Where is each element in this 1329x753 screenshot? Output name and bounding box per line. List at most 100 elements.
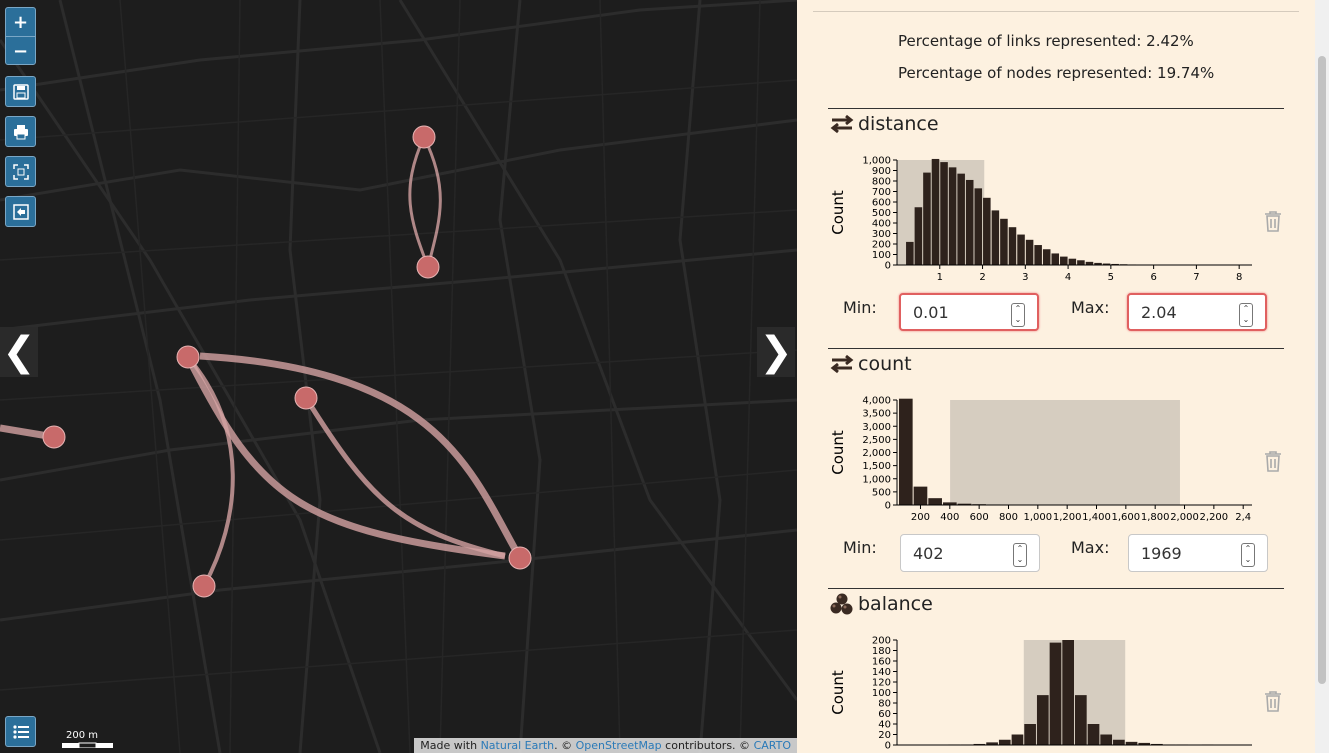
histogram-bar [928, 498, 942, 505]
flow-link [422, 136, 442, 268]
selection-brush[interactable] [950, 400, 1180, 505]
trash-icon[interactable] [1263, 210, 1283, 232]
trash-icon[interactable] [1263, 450, 1283, 472]
openstreetmap-link[interactable]: OpenStreetMap [576, 739, 662, 752]
back-arrow-icon [12, 203, 29, 220]
x-tick-label: 600 [970, 512, 989, 523]
spinner[interactable]: ⌃ ⌄ [1011, 303, 1025, 327]
spinner[interactable]: ⌃ ⌄ [1241, 543, 1255, 567]
y-tick-label: 600 [872, 198, 891, 209]
histogram-bar [991, 210, 1000, 265]
histogram-bar [1049, 642, 1062, 745]
flow-node [416, 255, 440, 279]
carto-link[interactable]: CARTO [754, 739, 791, 752]
histogram-bar [923, 172, 931, 265]
y-tick-label: 180 [872, 646, 891, 657]
spin-down-icon[interactable]: ⌄ [1012, 315, 1024, 326]
balance-histogram[interactable]: 020406080100120140160180200 Count [827, 630, 1267, 753]
back-button[interactable] [5, 196, 36, 227]
natural-earth-link[interactable]: Natural Earth [481, 739, 555, 752]
flow-node [192, 574, 216, 598]
y-tick-label: 2,500 [862, 435, 891, 446]
filter-title-text: balance [858, 593, 933, 615]
save-button[interactable] [5, 76, 36, 107]
histogram-bar [1042, 249, 1051, 265]
histogram-bar [1034, 245, 1042, 265]
chevron-left-icon: ❮ [2, 329, 36, 375]
categories-icon [830, 593, 853, 615]
filter-title-count: count [830, 353, 912, 375]
spinner[interactable]: ⌃ ⌄ [1013, 543, 1027, 567]
count-max-input[interactable]: 1969 ⌃ ⌄ [1128, 534, 1268, 572]
print-button[interactable] [5, 116, 36, 147]
histogram-bar [1017, 234, 1025, 265]
swap-arrows-icon [830, 354, 854, 374]
panel-scrollbar[interactable] [1315, 0, 1329, 753]
y-axis-label: Count [829, 670, 847, 715]
attribution-separator: contributors. © [661, 739, 754, 752]
count-min-input[interactable]: 402 ⌃ ⌄ [900, 534, 1040, 572]
x-tick-label: 4 [1065, 272, 1071, 283]
y-tick-label: 200 [872, 240, 891, 251]
attribution-prefix: Made with [420, 739, 481, 752]
spinner[interactable]: ⌃ ⌄ [1239, 303, 1253, 327]
divider [828, 108, 1284, 109]
zoom-out-button[interactable]: − [6, 37, 35, 65]
max-label: Max: [1071, 538, 1110, 557]
spin-up-icon[interactable]: ⌃ [1014, 544, 1026, 555]
collapse-right-button[interactable]: ❯ [757, 327, 795, 377]
histogram-bar [1100, 734, 1113, 745]
scrollbar-thumb[interactable] [1318, 56, 1326, 684]
max-label: Max: [1071, 298, 1110, 317]
y-axis-label: Count [829, 190, 847, 235]
histogram-bar [1000, 218, 1008, 265]
y-tick-label: 700 [872, 187, 891, 198]
divider [813, 11, 1299, 12]
fit-extent-button[interactable] [5, 156, 36, 187]
x-tick-label: 6 [1150, 272, 1156, 283]
histogram-bar [1025, 239, 1034, 265]
divider [828, 588, 1284, 589]
histogram-bar [914, 207, 923, 265]
printer-icon [13, 124, 28, 139]
spin-up-icon[interactable]: ⌃ [1240, 304, 1252, 315]
histogram-bar [983, 197, 991, 265]
flow-node [508, 546, 532, 570]
x-tick-label: 1,400 [1082, 512, 1111, 523]
map-view[interactable]: + − ❮ ❯ 200 m Made with Natural Earth. ©… [0, 0, 797, 753]
flow-link [408, 136, 430, 268]
y-tick-label: 3,000 [862, 422, 891, 433]
y-tick-label: 40 [878, 720, 891, 731]
spin-down-icon[interactable]: ⌄ [1240, 315, 1252, 326]
y-tick-label: 4,000 [862, 396, 891, 407]
legend-toggle-button[interactable] [5, 716, 36, 747]
input-value: 1969 [1141, 543, 1182, 563]
distance-min-input[interactable]: 0.01 ⌃ ⌄ [899, 293, 1039, 331]
histogram-bar [1075, 695, 1087, 745]
spin-down-icon[interactable]: ⌄ [1242, 555, 1254, 566]
y-axis-label: Count [829, 430, 847, 475]
collapse-left-button[interactable]: ❮ [0, 327, 38, 377]
distance-histogram[interactable]: 01002003004005006007008009001,000 1 2 3 4 5 6 7… [827, 150, 1267, 285]
flow-node [294, 386, 318, 410]
y-tick-label: 1,000 [862, 474, 891, 485]
input-value: 402 [913, 543, 944, 563]
chevron-right-icon: ❯ [759, 329, 793, 375]
spin-up-icon[interactable]: ⌃ [1242, 544, 1254, 555]
count-histogram[interactable]: 0 500 1,000 1,500 2,000 2,500 3,000 3,500 4,000 2… [827, 390, 1267, 525]
y-tick-label: 1,500 [862, 461, 891, 472]
y-tick-label: 60 [878, 709, 891, 720]
x-tick-label: 400 [940, 512, 959, 523]
histogram-bar [974, 188, 983, 265]
zoom-in-button[interactable]: + [6, 8, 35, 37]
distance-max-input[interactable]: 2.04 ⌃ ⌄ [1127, 293, 1267, 331]
flow-node [412, 125, 436, 149]
histogram-bar [940, 162, 948, 265]
spin-up-icon[interactable]: ⌃ [1012, 304, 1024, 315]
trash-icon[interactable] [1263, 690, 1283, 712]
x-tick-label: 5 [1108, 272, 1114, 283]
y-tick-label: 0 [885, 741, 891, 752]
spin-down-icon[interactable]: ⌄ [1014, 555, 1026, 566]
y-tick-label: 80 [878, 699, 891, 710]
histogram-bar [898, 398, 913, 505]
